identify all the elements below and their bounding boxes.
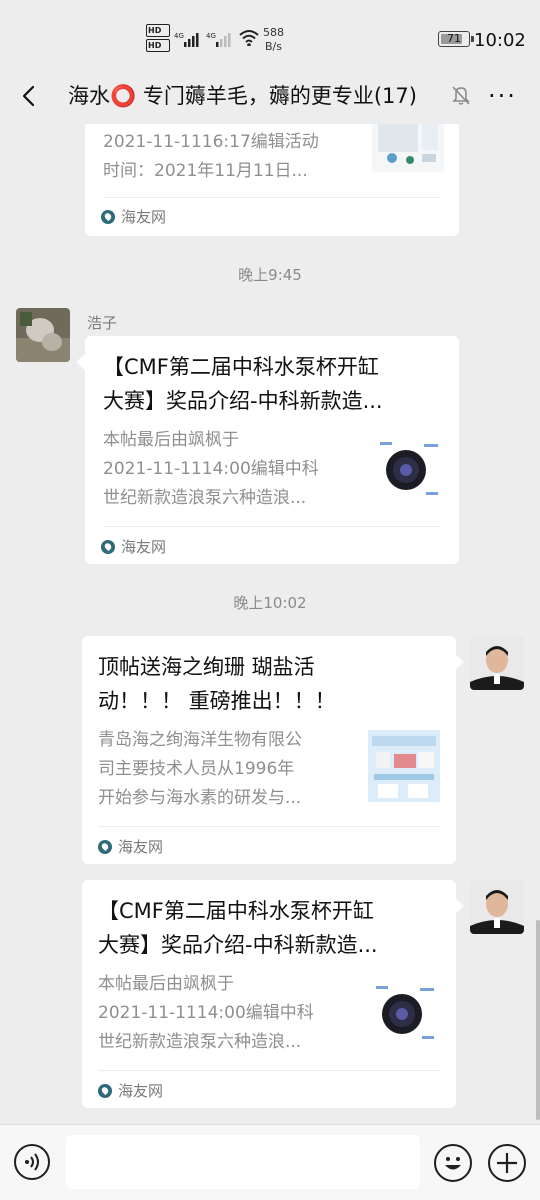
card-thumbnail — [368, 976, 440, 1048]
card-title: 顶帖送海之绚珊 瑚盐活 动！！！ 重磅推出！！！ — [98, 650, 442, 718]
hd-indicator: HD HD — [146, 24, 170, 54]
card-source: 海友网 — [121, 208, 167, 226]
network-speed-unit: B/s — [265, 40, 282, 53]
avatar[interactable] — [470, 636, 524, 690]
message-list[interactable]: 2021-11-1116:17编辑活动 时间：2021年11月11日... 海友… — [0, 124, 540, 1124]
chat-header: 海水⭕ 专门薅羊毛，薅的更专业(17) ··· — [0, 68, 540, 124]
card-title-line: 大赛】奖品介绍-中科新款造... — [98, 933, 378, 957]
card-desc-line: 青岛海之绚海洋生物有限公 — [98, 730, 302, 750]
card-title: 【CMF第二届中科水泵杯开缸 大赛】奖品介绍-中科新款造... — [103, 350, 447, 418]
plus-icon[interactable] — [488, 1144, 526, 1182]
card-desc-line: 时间：2021年11月11日... — [103, 161, 308, 181]
card-source: 海友网 — [118, 1082, 164, 1100]
card-thumbnail — [368, 730, 440, 802]
scrollbar[interactable] — [536, 920, 540, 1120]
battery-level: 71 — [447, 32, 461, 45]
sender-name: 浩子 — [87, 314, 118, 332]
card-source: 海友网 — [121, 538, 167, 556]
chevron-left-icon[interactable] — [18, 84, 42, 108]
source-icon — [98, 840, 112, 854]
signal-icon-1: 4G — [174, 32, 199, 47]
avatar[interactable] — [16, 308, 70, 362]
chat-title: 海水⭕ 专门薅羊毛，薅的更专业(17) — [68, 84, 417, 108]
signal-icon-2: 4G — [206, 32, 231, 47]
link-card[interactable]: 顶帖送海之绚珊 瑚盐活 动！！！ 重磅推出！！！ 青岛海之绚海洋生物有限公 司主… — [82, 636, 456, 864]
card-desc-line: 世纪新款造浪泵六种造浪... — [98, 1032, 302, 1052]
card-desc-line: 本帖最后由飒枫于 — [98, 974, 234, 994]
card-title-line: 顶帖送海之绚珊 瑚盐活 — [98, 655, 315, 679]
input-bar — [0, 1124, 540, 1200]
card-desc-line: 2021-11-1116:17编辑活动 — [103, 132, 319, 152]
emoji-icon[interactable] — [434, 1144, 472, 1182]
time-divider: 晚上9:45 — [238, 266, 302, 284]
card-desc-line: 2021-11-1114:00编辑中科 — [98, 1003, 314, 1023]
bell-off-icon — [452, 86, 470, 105]
link-card[interactable]: 2021-11-1116:17编辑活动 时间：2021年11月11日... 海友… — [85, 124, 459, 236]
time-divider: 晚上10:02 — [233, 594, 307, 612]
card-desc-line: 2021-11-1114:00编辑中科 — [103, 459, 319, 479]
voice-icon[interactable] — [14, 1144, 50, 1180]
card-source: 海友网 — [118, 838, 164, 856]
avatar[interactable] — [470, 880, 524, 934]
network-speed: 588 B/s — [263, 26, 284, 54]
network-speed-value: 588 — [263, 26, 284, 39]
card-description: 2021-11-1116:17编辑活动 时间：2021年11月11日... — [103, 128, 363, 186]
battery-icon: 71 — [438, 31, 474, 47]
card-title-line: 动！！！ 重磅推出！！！ — [98, 689, 336, 713]
wifi-icon — [239, 30, 259, 46]
card-title-line: 【CMF第二届中科水泵杯开缸 — [98, 899, 374, 923]
card-thumbnail — [372, 432, 444, 504]
card-title-line: 【CMF第二届中科水泵杯开缸 — [103, 355, 379, 379]
card-title: 【CMF第二届中科水泵杯开缸 大赛】奖品介绍-中科新款造... — [98, 894, 442, 962]
card-description: 本帖最后由飒枫于 2021-11-1114:00编辑中科 世纪新款造浪泵六种造浪… — [103, 426, 368, 513]
card-desc-line: 本帖最后由飒枫于 — [103, 430, 239, 450]
svg-text:4G: 4G — [174, 32, 184, 40]
card-desc-line: 开始参与海水素的研发与... — [98, 788, 302, 808]
source-icon — [101, 210, 115, 224]
clock: 10:02 — [474, 30, 526, 51]
svg-text:4G: 4G — [206, 32, 216, 40]
source-icon — [98, 1084, 112, 1098]
card-description: 青岛海之绚海洋生物有限公 司主要技术人员从1996年 开始参与海水素的研发与..… — [98, 726, 363, 813]
card-desc-line: 世纪新款造浪泵六种造浪... — [103, 488, 307, 508]
hd-label-2: HD — [146, 39, 170, 52]
hd-label-1: HD — [146, 24, 170, 37]
link-card[interactable]: 【CMF第二届中科水泵杯开缸 大赛】奖品介绍-中科新款造... 本帖最后由飒枫于… — [82, 880, 456, 1108]
more-dots-icon[interactable]: ··· — [488, 82, 517, 110]
card-thumbnail — [372, 124, 444, 172]
card-title-line: 大赛】奖品介绍-中科新款造... — [103, 389, 383, 413]
card-desc-line: 司主要技术人员从1996年 — [98, 759, 295, 779]
message-input[interactable] — [66, 1135, 420, 1189]
card-description: 本帖最后由飒枫于 2021-11-1114:00编辑中科 世纪新款造浪泵六种造浪… — [98, 970, 363, 1057]
source-icon — [101, 540, 115, 554]
link-card[interactable]: 【CMF第二届中科水泵杯开缸 大赛】奖品介绍-中科新款造... 本帖最后由飒枫于… — [85, 336, 459, 564]
status-bar: HD HD 4G 4G 588 B/s 71 10:02 — [0, 0, 540, 78]
